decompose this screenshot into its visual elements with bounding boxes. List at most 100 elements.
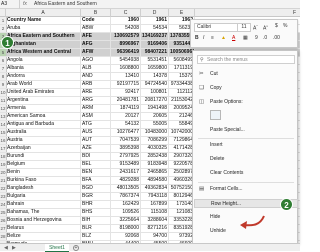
cell-code[interactable]: AUS — [81, 129, 111, 136]
cell-1960[interactable]: 20481781 — [111, 97, 141, 104]
cell-1961[interactable]: 167899 — [141, 201, 169, 208]
cell-country-name[interactable]: Africa Western and Central — [6, 49, 81, 56]
fill-color-icon[interactable]: ▲ — [221, 35, 226, 42]
cell-country-name[interactable]: Benin — [6, 169, 81, 176]
currency-icon[interactable]: $ — [275, 23, 278, 30]
cell-code[interactable]: ARM — [81, 105, 111, 112]
menu-item-delete[interactable]: Delete — [194, 155, 298, 164]
cell-1960[interactable]: 54132 — [111, 121, 141, 128]
cell-1961[interactable]: 9169406 — [141, 41, 169, 48]
cell-country-name[interactable]: Albania — [6, 65, 81, 72]
cell-country-name[interactable]: Argentina — [6, 97, 81, 104]
cell-country-name[interactable]: Australia — [6, 129, 81, 136]
decrease-decimal-icon[interactable]: .00 — [273, 35, 280, 42]
cell-country-name[interactable]: Andorra — [6, 73, 81, 80]
cell-country-name[interactable]: Afghanistan — [6, 41, 81, 48]
cell-country-name[interactable]: Armenia — [6, 105, 81, 112]
cell-1961[interactable]: 98407221 — [141, 49, 169, 56]
cell-country-name[interactable]: Belgium — [6, 161, 81, 168]
cell-1960[interactable]: 1608800 — [111, 65, 141, 72]
menu-item-clear-contents[interactable]: Clear Contents — [194, 169, 298, 178]
cell-1961[interactable]: 9183948 — [141, 161, 169, 168]
cell-country-name[interactable]: United Arab Emirates — [6, 89, 81, 96]
cell-1960[interactable]: 3225664 — [111, 217, 141, 224]
header-code[interactable]: Code — [81, 17, 111, 24]
cell-code[interactable]: BLR — [81, 225, 111, 232]
cell-1960[interactable]: 92197715 — [111, 81, 141, 88]
cell-1961[interactable]: 94724540 — [141, 81, 169, 88]
cell-country-name[interactable]: Bulgaria — [6, 193, 81, 200]
font-size-box[interactable]: 11 — [237, 23, 251, 32]
cell-1961[interactable]: 10483000 — [141, 129, 169, 136]
cell-1960[interactable]: 109526 — [111, 209, 141, 216]
cell-1960[interactable]: 92068 — [111, 233, 141, 240]
column-header-a[interactable]: A — [6, 9, 81, 17]
increase-decimal-icon[interactable]: .0 — [263, 35, 267, 42]
cell-1961[interactable]: 2852438 — [141, 153, 169, 160]
cell-code[interactable]: BHS — [81, 209, 111, 216]
cell-country-name[interactable]: Bangladesh — [6, 185, 81, 192]
cell-1961[interactable]: 4030325 — [141, 145, 169, 152]
name-box[interactable]: A3 — [0, 0, 20, 9]
shrink-font-icon[interactable]: Av — [263, 23, 268, 33]
header-1960[interactable]: 1960 — [111, 17, 141, 24]
menu-search-input[interactable]: ⚲ Search the menus — [197, 55, 295, 64]
cell-1960[interactable]: 13410 — [111, 73, 141, 80]
cell-code[interactable]: ABW — [81, 25, 111, 32]
cell-1960[interactable]: 7047539 — [111, 137, 141, 144]
cell-country-name[interactable]: Bosnia and Herzegovina — [6, 217, 81, 224]
cell-1960[interactable]: 2797925 — [111, 153, 141, 160]
cell-1961[interactable]: 14378 — [141, 73, 169, 80]
cell-country-name[interactable]: Burkina Faso — [6, 177, 81, 184]
cell-country-name[interactable]: Burundi — [6, 153, 81, 160]
cell-1961[interactable]: 94700 — [141, 233, 169, 240]
cell-code[interactable]: AZE — [81, 145, 111, 152]
cell-code[interactable]: AFW — [81, 49, 111, 56]
cell-1961[interactable]: 20605 — [141, 113, 169, 120]
cell-code[interactable]: ALB — [81, 65, 111, 72]
menu-item-paste-special[interactable]: Paste Special... — [194, 126, 298, 135]
borders-icon[interactable]: ▦ — [243, 35, 248, 42]
cell-1961[interactable]: 115108 — [141, 209, 169, 216]
italic-button[interactable]: I — [203, 35, 204, 42]
paste-option-icon[interactable] — [210, 110, 221, 120]
cell-code[interactable]: AUT — [81, 137, 111, 144]
cell-code[interactable]: ARE — [81, 89, 111, 96]
menu-item-format-cells[interactable]: ▤ Format Cells... — [194, 185, 298, 194]
cell-code[interactable]: ASM — [81, 113, 111, 120]
column-header-c[interactable]: C — [111, 9, 141, 17]
cell-1960[interactable]: 9153489 — [111, 161, 141, 168]
cell-code[interactable]: AFE — [81, 33, 111, 40]
column-header-e[interactable]: E — [169, 9, 195, 17]
cell-1961[interactable]: 3288604 — [141, 217, 169, 224]
cell-1961[interactable]: 8271216 — [141, 225, 169, 232]
formula-input[interactable]: Africa Eastern and Southern — [34, 0, 97, 9]
cell-country-name[interactable]: Antigua and Barbuda — [6, 121, 81, 128]
cell-1960[interactable]: 130692579 — [111, 33, 141, 40]
cell-code[interactable]: ARB — [81, 81, 111, 88]
cell-country-name[interactable]: Belize — [6, 233, 81, 240]
cell-1961[interactable]: 54534 — [141, 25, 169, 32]
font-color-button[interactable]: A — [232, 35, 235, 42]
cell-1960[interactable]: 2431617 — [111, 169, 141, 176]
cell-1961[interactable]: 2465865 — [141, 169, 169, 176]
cell-1960[interactable]: 5454938 — [111, 57, 141, 64]
column-header-d[interactable]: D — [141, 9, 169, 17]
cell-1961[interactable]: 20817270 — [141, 97, 169, 104]
cell-1960[interactable]: 4829288 — [111, 177, 141, 184]
percent-button[interactable]: % — [283, 23, 287, 30]
cell-1961[interactable]: 1941498 — [141, 105, 169, 112]
bold-button[interactable]: B — [195, 35, 199, 42]
cell-1960[interactable]: 3895398 — [111, 145, 141, 152]
grow-font-icon[interactable]: A^ — [253, 23, 258, 33]
menu-item-copy[interactable]: ❏ Copy — [194, 84, 298, 93]
cell-1961[interactable]: 134169237 — [141, 33, 169, 40]
cell-1960[interactable]: 162429 — [111, 201, 141, 208]
cell-1960[interactable]: 20127 — [111, 113, 141, 120]
cell-code[interactable]: BDI — [81, 153, 111, 160]
cell-country-name[interactable]: Arab World — [6, 81, 81, 88]
cell-code[interactable]: BGR — [81, 193, 111, 200]
cell-1960[interactable]: 48013505 — [111, 185, 141, 192]
font-name-box[interactable]: Calibri — [194, 23, 238, 32]
cell-code[interactable]: ATG — [81, 121, 111, 128]
